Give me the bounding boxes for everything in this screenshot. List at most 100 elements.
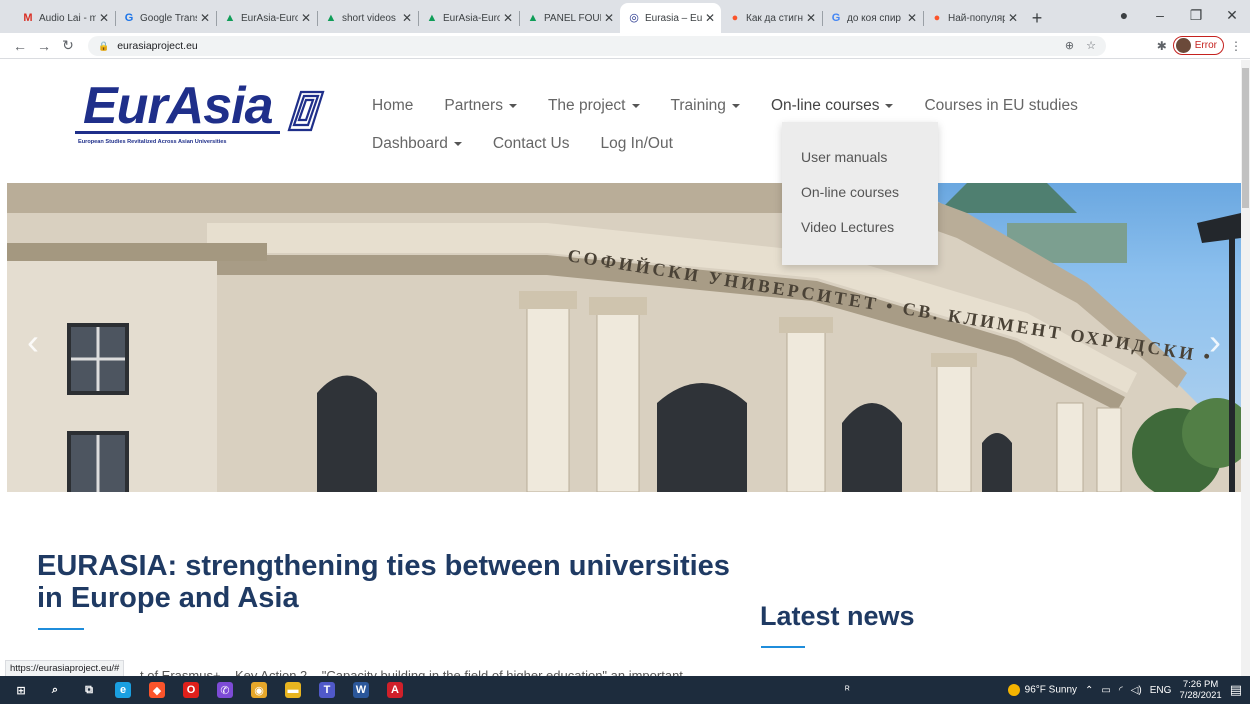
close-tab-icon[interactable]: ✕	[705, 11, 715, 25]
weather-widget[interactable]: 96°F Sunny	[1007, 684, 1078, 696]
link-status-bubble: https://eurasiaproject.eu/#	[5, 660, 125, 676]
nav-item-partners[interactable]: Partners	[444, 97, 517, 115]
close-tab-icon[interactable]: ✕	[200, 11, 210, 25]
edge-icon[interactable]: e	[106, 676, 140, 704]
word-icon[interactable]: W	[344, 676, 378, 704]
zoom-icon[interactable]: ⊕	[1065, 39, 1074, 52]
close-tab-icon[interactable]: ✕	[99, 11, 109, 25]
nav-item-on-line-courses[interactable]: On-line courses	[771, 97, 894, 115]
bookmark-star-icon[interactable]: ☆	[1086, 39, 1096, 52]
close-tab-icon[interactable]: ✕	[301, 11, 311, 25]
teams-icon[interactable]: T	[310, 676, 344, 704]
nav-item-the-project[interactable]: The project	[548, 97, 640, 115]
brave-icon: ●	[731, 12, 739, 24]
nav-item-contact-us[interactable]: Contact Us	[493, 135, 570, 153]
close-tab-icon[interactable]: ✕	[402, 11, 412, 25]
browser-tab[interactable]: ● Най-популяр ✕	[923, 3, 1024, 33]
notifications-icon[interactable]: ▤	[1230, 682, 1242, 698]
tab-title: Как да стигн	[746, 12, 803, 24]
restore-icon[interactable]: ❐	[1178, 7, 1214, 24]
weather-text: 96°F Sunny	[1024, 684, 1078, 696]
taskbar-glyph: O	[183, 682, 199, 698]
close-tab-icon[interactable]: ✕	[604, 11, 614, 25]
tab-title: EurAsia-Euro	[241, 12, 298, 24]
nav-item-log-in-out[interactable]: Log In/Out	[601, 135, 673, 153]
logo-emblem-icon	[287, 90, 325, 132]
close-window-icon[interactable]: ✕	[1214, 7, 1250, 24]
language-indicator[interactable]: ENG	[1150, 685, 1172, 696]
page-scrollbar[interactable]	[1241, 60, 1250, 676]
extensions-puzzle-icon[interactable]: ✱	[1157, 39, 1167, 53]
tray-chevron-icon[interactable]: ⌃	[1085, 685, 1093, 696]
profile-error-button[interactable]: Error	[1172, 36, 1224, 55]
close-tab-icon[interactable]: ✕	[1008, 11, 1018, 25]
minimize-icon[interactable]: –	[1142, 7, 1178, 23]
people-icon[interactable]: ᴿ	[845, 685, 850, 696]
profile-circle-icon[interactable]: ●	[1106, 7, 1142, 23]
google-icon: G	[831, 12, 841, 24]
brave-browser-icon[interactable]: ◆	[140, 676, 174, 704]
dropdown-item[interactable]: Video Lectures	[782, 219, 938, 254]
browser-tab[interactable]: ● Как да стигн ✕	[721, 3, 822, 33]
lock-icon[interactable]: 🔒	[98, 41, 109, 52]
google-drive-icon: ▲	[527, 12, 539, 24]
tab-title: EurAsia-Euro	[443, 12, 500, 24]
browser-tab[interactable]: Gдо коя спир ✕	[822, 3, 923, 33]
file-explorer-icon[interactable]: ▬	[276, 676, 310, 704]
nav-item-home[interactable]: Home	[372, 97, 413, 115]
nav-item-courses-in-eu-studies[interactable]: Courses in EU studies	[924, 97, 1077, 115]
browser-tab[interactable]: ◎ Eurasia – Eur ✕	[620, 3, 721, 33]
close-tab-icon[interactable]: ✕	[806, 11, 816, 25]
slider-prev-arrow-icon[interactable]: ‹	[27, 321, 39, 363]
browser-tab[interactable]: ▲ PANEL FOUR ✕	[519, 3, 620, 33]
tab-strip: M Audio Lai - m ✕ G Google Trans ✕ ▲ EurAsia-Eu…	[0, 0, 1250, 33]
nav-item-label: On-line courses	[770, 97, 880, 114]
address-bar[interactable]: 🔒 eurasiaproject.eu ⊕ ☆	[88, 36, 1106, 56]
clock[interactable]: 7:26 PM 7/28/2021	[1179, 679, 1221, 701]
close-tab-icon[interactable]: ✕	[907, 11, 917, 25]
page-headline: EURASIA: strengthening ties between univ…	[37, 550, 730, 614]
gmail-icon: M	[23, 12, 33, 24]
online-courses-dropdown: User manuals On-line courses Video Lecture…	[782, 122, 938, 265]
browser-menu-icon[interactable]: ⋮	[1230, 39, 1242, 53]
browser-tab[interactable]: ▲ short videos ✕	[317, 3, 418, 33]
browser-tab[interactable]: ▲ EurAsia-Euro ✕	[418, 3, 519, 33]
close-tab-icon[interactable]: ✕	[503, 11, 513, 25]
eurasia-site-icon: ◎	[629, 12, 639, 24]
acrobat-icon[interactable]: A	[378, 676, 412, 704]
slider-next-arrow-icon[interactable]: ›	[1209, 321, 1221, 363]
tab-title: Audio Lai - m	[39, 12, 96, 24]
reload-icon[interactable]: ↻	[56, 37, 80, 54]
tab-title: до коя спир	[847, 12, 901, 24]
tab-title: Eurasia – Eur	[645, 12, 702, 24]
battery-icon[interactable]: ▭	[1101, 685, 1110, 696]
nav-item-label: The project	[547, 97, 626, 114]
search-icon[interactable]: ⌕	[38, 676, 72, 704]
browser-tab[interactable]: M Audio Lai - m ✕	[14, 3, 115, 33]
site-logo[interactable]: EurAsia European Studies Revitalized Acr…	[75, 78, 330, 158]
avatar	[1175, 38, 1191, 53]
viber-icon[interactable]: ✆	[208, 676, 242, 704]
new-tab-button[interactable]: +	[1024, 3, 1050, 33]
windows-start-icon[interactable]: ⊞	[4, 676, 38, 704]
dropdown-item[interactable]: On-line courses	[782, 184, 938, 219]
network-icon[interactable]: ◜	[1119, 685, 1123, 696]
web-page: EurAsia European Studies Revitalized Acr…	[0, 60, 1241, 676]
task-view-icon[interactable]: ⧉	[72, 676, 106, 704]
nav-item-label: Courses in EU studies	[924, 97, 1078, 114]
nav-item-dashboard[interactable]: Dashboard	[372, 135, 462, 153]
browser-tab[interactable]: ▲ EurAsia-Euro ✕	[216, 3, 317, 33]
scrollbar-thumb[interactable]	[1242, 68, 1249, 208]
chrome-icon[interactable]: ◉	[242, 676, 276, 704]
google-drive-icon: ▲	[224, 12, 236, 24]
volume-icon[interactable]: ◁)	[1131, 685, 1142, 696]
url-text[interactable]: eurasiaproject.eu	[117, 40, 198, 52]
hero-image-university-building: СОФИЙСКИ УНИВЕРСИТЕТ • СВ. КЛИМЕНТ ОХРИД…	[7, 183, 1241, 492]
forward-arrow-icon[interactable]: →	[32, 38, 56, 54]
browser-tab[interactable]: G Google Trans ✕	[115, 3, 216, 33]
hero-slider: СОФИЙСКИ УНИВЕРСИТЕТ • СВ. КЛИМЕНТ ОХРИД…	[7, 183, 1241, 492]
nav-item-training[interactable]: Training	[671, 97, 740, 115]
back-arrow-icon[interactable]: ←	[8, 38, 32, 54]
dropdown-item[interactable]: User manuals	[782, 149, 938, 184]
opera-icon[interactable]: O	[174, 676, 208, 704]
